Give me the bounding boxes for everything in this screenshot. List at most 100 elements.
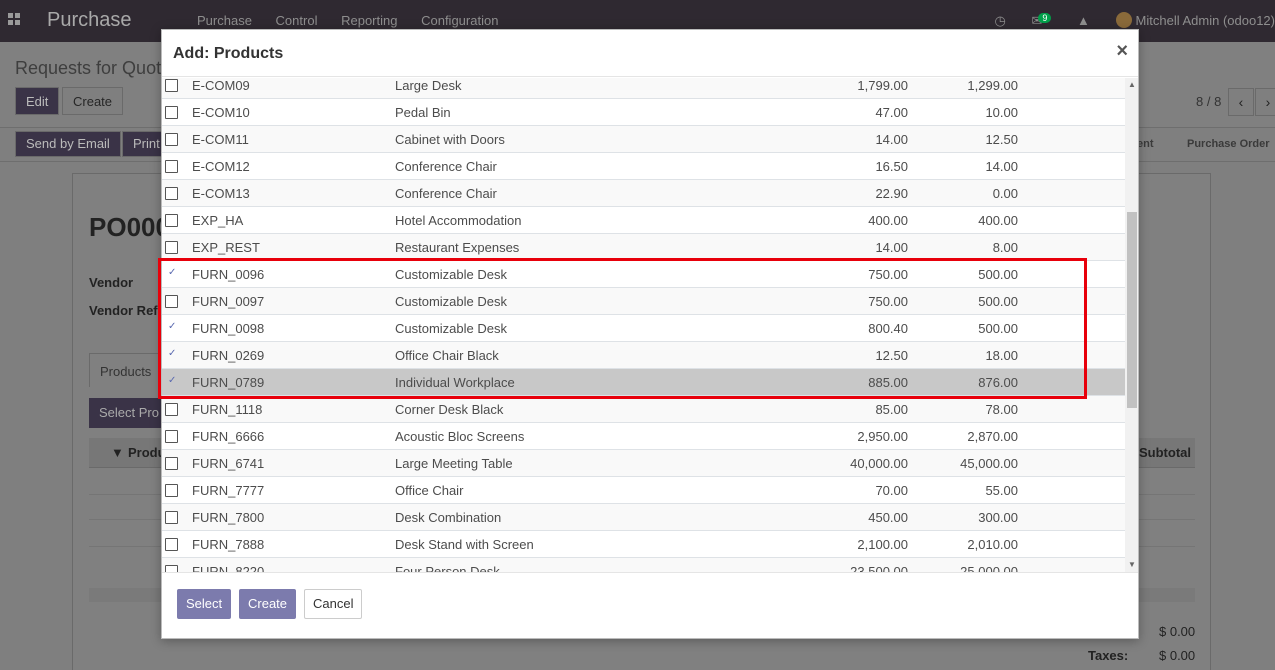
chat-icon[interactable]: ✉9 (1031, 13, 1052, 29)
product-reference: FURN_6666 (192, 429, 265, 444)
row-checkbox[interactable] (165, 403, 178, 416)
scrollbar-thumb[interactable] (1127, 212, 1137, 408)
list-item[interactable]: E-COM11 Cabinet with Doors 14.00 12.50 (162, 126, 1125, 153)
cost-price: 400.00 (978, 213, 1018, 228)
product-reference: EXP_HA (192, 213, 244, 228)
tab-products[interactable]: Products (89, 353, 161, 387)
list-item[interactable]: E-COM12 Conference Chair 16.50 14.00 (162, 153, 1125, 180)
sales-price: 750.00 (868, 294, 908, 309)
product-name: Customizable Desk (395, 321, 507, 336)
list-item[interactable]: EXP_HA Hotel Accommodation 400.00 400.00 (162, 207, 1125, 234)
cost-price: 78.00 (985, 402, 1018, 417)
product-reference: FURN_7800 (192, 510, 265, 525)
cost-price: 12.50 (985, 132, 1018, 147)
pager-next-button[interactable]: › (1255, 88, 1275, 116)
scroll-up-icon[interactable]: ▲ (1125, 78, 1138, 92)
avatar[interactable] (1115, 12, 1132, 28)
breadcrumb[interactable]: Requests for Quot (15, 58, 161, 79)
dialog-footer: Select Create Cancel (162, 572, 1138, 638)
list-item[interactable]: FURN_0269 Office Chair Black 12.50 18.00 (162, 342, 1125, 369)
product-reference: E-COM11 (192, 132, 249, 147)
row-checkbox[interactable] (165, 484, 178, 497)
row-checkbox[interactable] (165, 214, 178, 227)
cost-price: 55.00 (985, 483, 1018, 498)
cost-price: 500.00 (978, 294, 1018, 309)
product-name: Office Chair Black (395, 348, 499, 363)
list-item[interactable]: FURN_7800 Desk Combination 450.00 300.00 (162, 504, 1125, 531)
menu-purchase[interactable]: Purchase (197, 13, 252, 28)
list-item[interactable]: E-COM13 Conference Chair 22.90 0.00 (162, 180, 1125, 207)
col-subtotal[interactable]: Subtotal (1139, 445, 1191, 460)
create-record-button[interactable]: Create (62, 87, 124, 115)
list-item[interactable]: FURN_7777 Office Chair 70.00 55.00 (162, 477, 1125, 504)
menu-control[interactable]: Control (276, 13, 318, 28)
list-item[interactable]: FURN_7888 Desk Stand with Screen 2,100.00 2… (162, 531, 1125, 558)
row-checkbox[interactable] (165, 457, 178, 470)
gift-icon[interactable]: ▲ (1077, 13, 1090, 28)
product-name: Individual Workplace (395, 375, 515, 390)
list-item[interactable]: FURN_0097 Customizable Desk 750.00 500.00 (162, 288, 1125, 315)
menu-reporting[interactable]: Reporting (341, 13, 397, 28)
row-checkbox[interactable] (165, 187, 178, 200)
pager-prev-button[interactable]: ‹ (1228, 88, 1254, 116)
create-button[interactable]: Create (239, 589, 297, 619)
list-item[interactable]: FURN_0789 Individual Workplace 885.00 876.0… (162, 369, 1125, 396)
list-item[interactable]: FURN_0096 Customizable Desk 750.00 500.00 (162, 261, 1125, 288)
cost-price: 2,010.00 (967, 537, 1018, 552)
row-checkbox[interactable] (165, 160, 178, 173)
sales-price: 400.00 (868, 213, 908, 228)
col-product[interactable]: Produ (128, 445, 166, 460)
sales-price: 12.50 (875, 348, 908, 363)
clock-icon[interactable]: ◷ (995, 13, 1006, 29)
row-checkbox-checked[interactable] (165, 348, 178, 362)
row-checkbox-checked[interactable] (165, 321, 178, 335)
status-step-purchase-order: Purchase Order (1187, 138, 1270, 150)
dialog-header: Add: Products × (162, 30, 1138, 77)
send-by-email-button[interactable]: Send by Email (15, 131, 121, 157)
row-checkbox[interactable] (165, 565, 178, 572)
row-checkbox[interactable] (165, 430, 178, 443)
row-checkbox[interactable] (165, 133, 178, 146)
list-item[interactable]: FURN_1118 Corner Desk Black 85.00 78.00 (162, 396, 1125, 423)
sales-price: 1,799.00 (857, 78, 908, 93)
cost-price: 45,000.00 (960, 456, 1018, 471)
list-item[interactable]: E-COM10 Pedal Bin 47.00 10.00 (162, 99, 1125, 126)
product-name: Desk Stand with Screen (395, 537, 534, 552)
scroll-down-icon[interactable]: ▼ (1125, 558, 1138, 572)
row-checkbox-checked[interactable] (165, 267, 178, 281)
select-button[interactable]: Select (177, 589, 232, 619)
row-checkbox[interactable] (165, 511, 178, 524)
close-icon[interactable]: × (1116, 41, 1128, 61)
row-checkbox-checked[interactable] (165, 375, 178, 389)
apps-grid-icon[interactable] (8, 13, 22, 27)
sales-price: 70.00 (875, 483, 908, 498)
row-checkbox[interactable] (165, 241, 178, 254)
app-title: Purchase (47, 9, 132, 31)
status-step-sent: ent (1137, 138, 1154, 150)
cost-price: 8.00 (992, 240, 1018, 255)
product-name: Desk Combination (395, 510, 502, 525)
cancel-button[interactable]: Cancel (304, 589, 363, 619)
list-item[interactable]: FURN_8220 Four Person Desk 23,500.00 25,000… (162, 558, 1125, 572)
list-item[interactable]: FURN_6666 Acoustic Bloc Screens 2,950.00 2,… (162, 423, 1125, 450)
product-reference: FURN_0269 (192, 348, 265, 363)
row-checkbox[interactable] (165, 295, 178, 308)
row-checkbox[interactable] (165, 79, 178, 92)
user-menu[interactable]: Mitchell Admin (odoo12) (1136, 13, 1275, 28)
cost-price: 25,000.00 (960, 564, 1018, 572)
menu-configuration[interactable]: Configuration (421, 13, 498, 28)
list-item[interactable]: EXP_REST Restaurant Expenses 14.00 8.00 (162, 234, 1125, 261)
product-reference: FURN_1118 (192, 402, 263, 417)
cost-price: 500.00 (978, 321, 1018, 336)
taxes-label: Taxes: (1088, 648, 1129, 663)
edit-button[interactable]: Edit (15, 87, 60, 115)
row-checkbox[interactable] (165, 106, 178, 119)
list-item[interactable]: E-COM09 Large Desk 1,799.00 1,299.00 (162, 78, 1125, 99)
product-name: Corner Desk Black (395, 402, 504, 417)
list-item[interactable]: FURN_6741 Large Meeting Table 40,000.00 45,… (162, 450, 1125, 477)
row-checkbox[interactable] (165, 538, 178, 551)
select-products-button[interactable]: Select Pro (89, 398, 169, 428)
cost-price: 0.00 (992, 186, 1018, 201)
list-item[interactable]: FURN_0098 Customizable Desk 800.40 500.00 (162, 315, 1125, 342)
vertical-scrollbar[interactable]: ▲ ▼ (1125, 78, 1138, 572)
